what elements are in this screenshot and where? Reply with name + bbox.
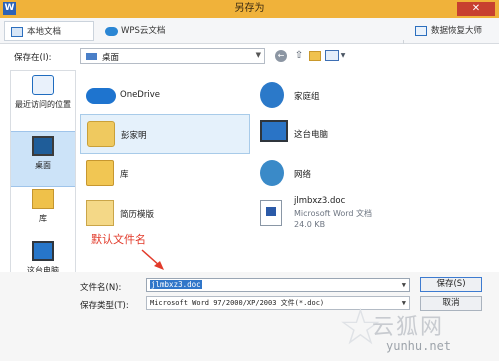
filetype-value: Microsoft Word 97/2000/XP/2003 文件(*.doc) [150, 299, 325, 307]
tab-cloud-label: WPS云文档 [121, 26, 166, 36]
chevron-down-icon: ▼ [255, 51, 261, 59]
place-desktop-label: 桌面 [35, 161, 51, 170]
cloud-icon [105, 27, 118, 36]
item-size: 24.0 KB [294, 220, 326, 229]
place-this-pc[interactable]: 这台电脑 [11, 241, 75, 276]
network-icon [260, 160, 284, 186]
place-recent-locations[interactable]: 最近访问的位置 [11, 75, 75, 110]
new-folder-icon[interactable] [309, 51, 321, 61]
watermark-text: 云狐网 [372, 315, 445, 340]
chevron-down-icon: ▼ [401, 299, 406, 307]
desktop-folder-icon [86, 53, 97, 60]
word-document-icon [260, 200, 282, 226]
user-folder-icon [87, 121, 115, 147]
this-pc-icon [260, 120, 288, 142]
item-name: 家庭组 [294, 92, 320, 102]
item-name: 这台电脑 [294, 130, 329, 140]
item-name: 简历模版 [120, 210, 155, 220]
list-item-network[interactable]: 网络 [254, 154, 424, 194]
save-in-dropdown[interactable]: 桌面 ▼ [80, 48, 265, 64]
list-item-doc-file[interactable]: jlmbxz3.doc Microsoft Word 文档 24.0 KB [254, 194, 424, 238]
view-chevron-down-icon[interactable]: ▼ [339, 50, 347, 62]
list-item-user-folder[interactable]: 彭家明 [80, 114, 250, 154]
filetype-label: 保存类型(T): [80, 301, 129, 311]
save-in-label: 保存在(I): [14, 53, 52, 63]
filename-value: jlmbxz3.doc [150, 280, 202, 289]
tab-data-recovery[interactable]: 数据恢复大师 [409, 21, 493, 41]
place-library[interactable]: 库 [11, 189, 75, 224]
list-item-homegroup[interactable]: 家庭组 [254, 76, 424, 116]
library-icon [32, 189, 54, 209]
item-name: 网络 [294, 170, 312, 180]
tab-recover-label: 数据恢复大师 [431, 26, 483, 36]
location-tab-strip: 本地文档 WPS云文档 数据恢复大师 [0, 18, 499, 58]
recent-locations-icon [32, 75, 54, 95]
annotation-arrow-icon [141, 249, 164, 270]
watermark-url: yunhu.net [386, 339, 452, 353]
chevron-down-icon[interactable]: ▼ [402, 279, 406, 291]
homegroup-icon [260, 82, 284, 108]
item-name: 库 [120, 170, 129, 180]
tab-wps-cloud[interactable]: WPS云文档 [99, 21, 189, 41]
tab-local-label: 本地文档 [27, 27, 62, 37]
item-name: jlmbxz3.doc [294, 196, 346, 206]
view-menu-icon[interactable] [325, 50, 339, 61]
folder-icon [86, 200, 114, 226]
list-item-this-pc[interactable]: 这台电脑 [254, 114, 424, 154]
up-folder-icon[interactable]: ⇧ [293, 50, 305, 62]
monitor-icon [11, 27, 23, 37]
save-in-row: 保存在(I): 桌面 ▼ ← ⇧ ▼ [0, 44, 499, 68]
computer-icon [32, 241, 54, 261]
close-button[interactable]: ✕ [457, 2, 495, 16]
place-desktop[interactable]: 桌面 [11, 131, 75, 187]
filename-label: 文件名(N): [80, 283, 122, 293]
item-name: 彭家明 [121, 131, 147, 141]
back-arrow-icon[interactable]: ← [275, 50, 287, 62]
place-library-label: 库 [39, 214, 47, 223]
window-title: 另存为 [234, 3, 265, 14]
onedrive-cloud-icon [86, 88, 116, 104]
title-bar: W 另存为 ✕ [0, 0, 499, 18]
item-name: OneDrive [120, 90, 160, 100]
list-item-library[interactable]: 库 [80, 154, 250, 194]
list-item-onedrive[interactable]: OneDrive [80, 76, 250, 116]
tab-local-documents[interactable]: 本地文档 [4, 21, 94, 41]
save-button[interactable]: 保存(S) [420, 277, 482, 292]
save-in-value: 桌面 [102, 53, 120, 63]
filename-input[interactable]: jlmbxz3.doc ▼ [146, 278, 410, 292]
item-type: Microsoft Word 文档 [294, 209, 373, 218]
library-folder-icon [86, 160, 114, 186]
list-item-template-folder[interactable]: 简历模版 [80, 194, 250, 234]
place-recent-label: 最近访问的位置 [15, 100, 71, 109]
recovery-icon [415, 26, 427, 36]
desktop-icon [32, 136, 54, 156]
